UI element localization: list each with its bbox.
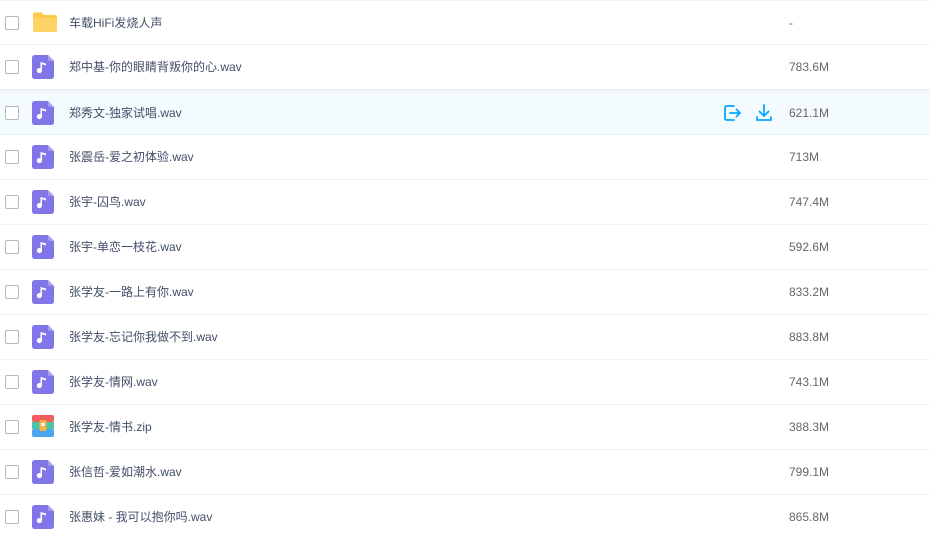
file-name[interactable]: 张宇-囚鸟.wav bbox=[69, 180, 146, 225]
row-checkbox[interactable] bbox=[5, 420, 19, 434]
file-size: 388.3M bbox=[789, 420, 830, 434]
file-list: 车载HiFi发烧人声 - 郑中基-你的眼睛背叛你的心.wav 783.6M 郑秀… bbox=[0, 0, 930, 533]
download-icon[interactable] bbox=[754, 103, 774, 123]
list-item[interactable]: 张惠妹 - 我可以抱你吗.wav 865.8M bbox=[0, 495, 930, 533]
file-name[interactable]: 郑秀文-独家试唱.wav bbox=[69, 91, 182, 136]
list-item[interactable]: 张宇-单恋一枝花.wav 592.6M bbox=[0, 225, 930, 270]
row-checkbox[interactable] bbox=[5, 510, 19, 524]
audio-file-icon bbox=[32, 145, 54, 169]
audio-file-icon bbox=[32, 55, 54, 79]
audio-file-icon bbox=[32, 235, 54, 259]
file-name[interactable]: 张学友-忘记你我做不到.wav bbox=[69, 315, 218, 360]
file-size: 883.8M bbox=[789, 330, 830, 344]
list-item[interactable]: 郑秀文-独家试唱.wav 621.1M bbox=[0, 90, 930, 135]
file-name[interactable]: 车载HiFi发烧人声 bbox=[69, 1, 162, 46]
file-name[interactable]: 张信哲-爱如潮水.wav bbox=[69, 450, 182, 495]
row-checkbox[interactable] bbox=[5, 150, 19, 164]
list-item[interactable]: 张学友-情网.wav 743.1M bbox=[0, 360, 930, 405]
file-size: 833.2M bbox=[789, 285, 830, 299]
audio-file-icon bbox=[32, 460, 54, 484]
list-item[interactable]: 车载HiFi发烧人声 - bbox=[0, 0, 930, 45]
list-item[interactable]: 张学友-情书.zip 388.3M bbox=[0, 405, 930, 450]
list-item[interactable]: 张震岳-爱之初体验.wav 713M bbox=[0, 135, 930, 180]
file-size: 865.8M bbox=[789, 510, 830, 524]
row-checkbox[interactable] bbox=[5, 15, 19, 30]
row-checkbox[interactable] bbox=[5, 330, 19, 344]
file-size: 783.6M bbox=[789, 60, 830, 74]
audio-file-icon bbox=[32, 100, 54, 125]
file-size: 592.6M bbox=[789, 240, 830, 254]
file-size: 747.4M bbox=[789, 195, 830, 209]
file-name[interactable]: 张震岳-爱之初体验.wav bbox=[69, 135, 194, 180]
list-item[interactable]: 张学友-忘记你我做不到.wav 883.8M bbox=[0, 315, 930, 360]
list-item[interactable]: 张学友-一路上有你.wav 833.2M bbox=[0, 270, 930, 315]
share-icon[interactable] bbox=[722, 103, 742, 123]
row-checkbox[interactable] bbox=[5, 60, 19, 74]
file-size: 621.1M bbox=[789, 106, 830, 120]
row-checkbox[interactable] bbox=[5, 375, 19, 389]
audio-file-icon bbox=[32, 370, 54, 394]
file-name[interactable]: 张学友-一路上有你.wav bbox=[69, 270, 194, 315]
audio-file-icon bbox=[32, 325, 54, 349]
row-checkbox[interactable] bbox=[5, 195, 19, 209]
list-item[interactable]: 郑中基-你的眼睛背叛你的心.wav 783.6M bbox=[0, 45, 930, 90]
folder-icon bbox=[32, 11, 57, 35]
audio-file-icon bbox=[32, 280, 54, 304]
file-name[interactable]: 张学友-情网.wav bbox=[69, 360, 158, 405]
audio-file-icon bbox=[32, 505, 54, 529]
file-name[interactable]: 张学友-情书.zip bbox=[69, 405, 152, 450]
row-checkbox[interactable] bbox=[5, 285, 19, 299]
row-checkbox[interactable] bbox=[5, 240, 19, 254]
file-name[interactable]: 郑中基-你的眼睛背叛你的心.wav bbox=[69, 45, 242, 90]
audio-file-icon bbox=[32, 190, 54, 214]
file-name[interactable]: 张惠妹 - 我可以抱你吗.wav bbox=[69, 495, 212, 533]
file-size: 713M bbox=[789, 150, 820, 164]
list-item[interactable]: 张信哲-爱如潮水.wav 799.1M bbox=[0, 450, 930, 495]
file-size: - bbox=[789, 16, 793, 30]
row-checkbox[interactable] bbox=[5, 105, 19, 120]
row-checkbox[interactable] bbox=[5, 465, 19, 479]
file-size: 743.1M bbox=[789, 375, 830, 389]
row-actions bbox=[722, 103, 774, 123]
file-name[interactable]: 张宇-单恋一枝花.wav bbox=[69, 225, 182, 270]
zip-archive-icon bbox=[32, 415, 54, 439]
file-size: 799.1M bbox=[789, 465, 830, 479]
list-item[interactable]: 张宇-囚鸟.wav 747.4M bbox=[0, 180, 930, 225]
